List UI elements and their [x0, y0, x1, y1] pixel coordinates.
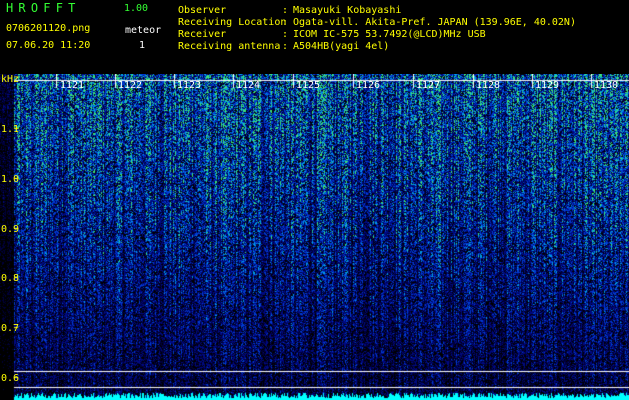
time-label: 1130: [594, 80, 619, 91]
separator-colon: :: [282, 41, 289, 52]
y-tick-label: 1.0: [1, 174, 20, 185]
antenna-label: Receiving antenna: [178, 41, 281, 52]
version-label: 1.00: [124, 3, 149, 14]
time-label: 1125: [296, 80, 321, 91]
meteor-count: 1: [139, 40, 146, 51]
time-label: 1129: [535, 80, 560, 91]
time-label: 1123: [177, 80, 202, 91]
spectrogram-canvas: [0, 74, 629, 400]
separator-colon: :: [282, 29, 289, 40]
time-label: 1127: [416, 80, 441, 91]
receiver-value: ICOM IC-575 53.7492(@LCD)MHz USB: [293, 29, 486, 40]
observer-label: Observer: [178, 5, 227, 16]
y-axis-unit: kHz: [1, 74, 20, 85]
y-tick-label: 0.6: [1, 373, 20, 384]
datetime-label: 07.06.20 11:20: [6, 40, 91, 51]
y-tick-label: 0.8: [1, 273, 20, 284]
location-label: Receiving Location: [178, 17, 287, 28]
filename-label: 0706201120.png: [6, 23, 91, 34]
y-tick-label: 0.7: [1, 323, 20, 334]
separator-colon: :: [282, 5, 289, 16]
time-label: 1128: [476, 80, 501, 91]
time-label: 1121: [60, 80, 85, 91]
time-label: 1122: [118, 80, 143, 91]
y-tick-label: 1.1: [1, 124, 20, 135]
app-title: HROFFT: [6, 1, 81, 15]
header-panel: HROFFT 1.00 0706201120.png meteor 07.06.…: [0, 0, 629, 73]
y-tick-label: 0.9: [1, 224, 20, 235]
antenna-value: A504HB(yagi 4el): [293, 41, 390, 52]
time-label: 1126: [356, 80, 381, 91]
observer-value: Masayuki Kobayashi: [293, 5, 402, 16]
receiver-label: Receiver: [178, 29, 227, 40]
location-value: Ogata-vill. Akita-Pref. JAPAN (139.96E, …: [293, 17, 576, 28]
time-label: 1124: [236, 80, 261, 91]
separator-colon: :: [282, 17, 289, 28]
meteor-label: meteor: [125, 25, 162, 36]
